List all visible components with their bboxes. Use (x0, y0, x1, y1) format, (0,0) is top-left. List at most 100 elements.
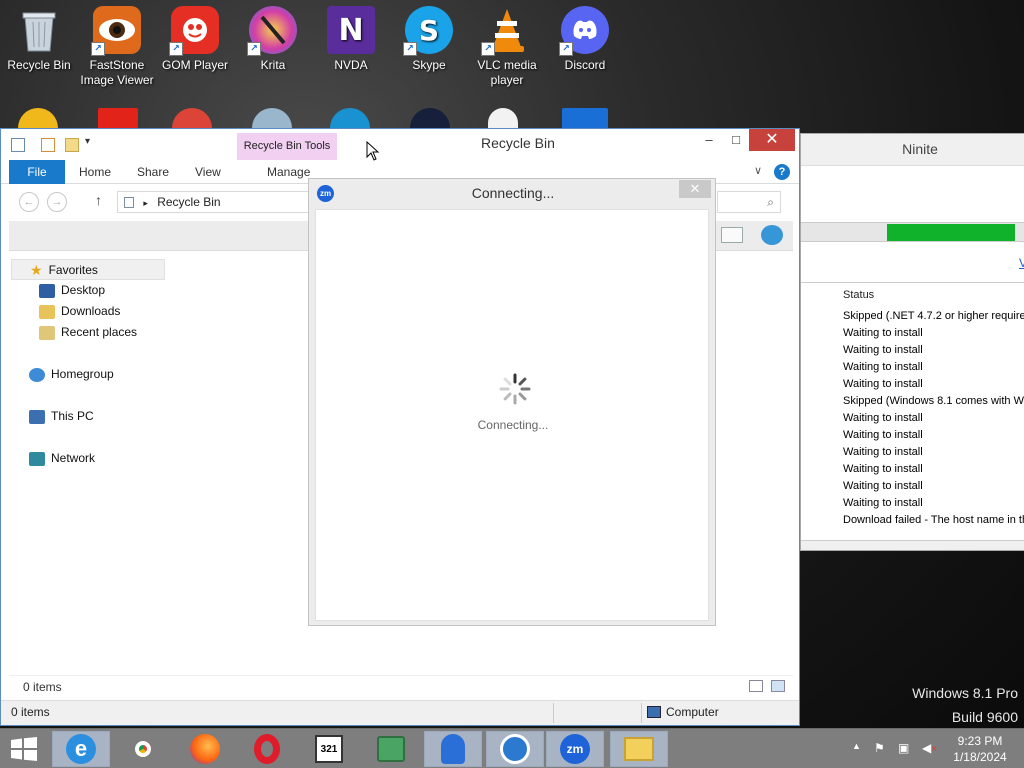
recycle-bin-tools-tab[interactable]: Recycle Bin Tools (237, 133, 337, 160)
forward-button[interactable]: → (47, 192, 67, 212)
preview-pane-icon[interactable] (721, 227, 743, 243)
gom-player-icon: ↗ (169, 6, 219, 56)
ninite-status-header: Status (843, 289, 875, 301)
desktop-icon-recycle-bin[interactable]: Recycle Bin (0, 0, 78, 73)
shell-icon[interactable] (761, 225, 783, 245)
ninite-status-row: Waiting to install (843, 497, 923, 509)
ninite-status-row: Waiting to install (843, 378, 923, 390)
ninite-status-row: Download failed - The host name in the (843, 514, 1024, 526)
quick-access-dropdown-icon[interactable]: ▾ (85, 136, 90, 147)
desktop-icon-nvda[interactable]: N NVDA (312, 0, 390, 73)
action-center-flag-icon[interactable]: ⚑ (874, 741, 885, 755)
mouse-cursor-icon (366, 141, 380, 161)
search-input[interactable]: ⌕ (717, 191, 781, 213)
dialog-close-button[interactable]: ✕ (679, 180, 711, 198)
network-share-icon (377, 736, 405, 762)
star-icon: ★ (30, 262, 43, 279)
nav-network[interactable]: Network (29, 448, 95, 469)
tab-view[interactable]: View (195, 160, 221, 184)
nav-favorites[interactable]: ★ Favorites (11, 259, 165, 280)
taskbar-zoom[interactable]: zm (546, 731, 604, 767)
new-folder-icon[interactable] (65, 138, 79, 152)
nav-downloads[interactable]: Downloads (39, 301, 120, 322)
breadcrumb-separator-icon: ▸ (143, 198, 148, 208)
ninite-link[interactable]: V (1019, 256, 1024, 270)
window-menu-icon[interactable] (11, 138, 25, 152)
computer-icon (29, 409, 45, 424)
nav-label: This PC (51, 409, 94, 423)
start-button[interactable] (10, 737, 38, 761)
taskbar-chrome[interactable] (114, 731, 172, 767)
vlc-cone-icon: ↗ (481, 6, 531, 56)
desktop-icon (39, 283, 55, 298)
tab-home[interactable]: Home (79, 160, 111, 184)
minimize-button[interactable]: ‒ (695, 129, 723, 151)
taskbar-opera[interactable] (238, 731, 296, 767)
nav-desktop[interactable]: Desktop (39, 280, 105, 301)
ninite-status-row: Skipped (.NET 4.7.2 or higher required) (843, 310, 1024, 322)
nav-homegroup[interactable]: Homegroup (29, 364, 114, 385)
status-divider (641, 703, 642, 723)
tab-share[interactable]: Share (137, 160, 169, 184)
ninite-status-row: Waiting to install (843, 480, 923, 492)
faststone-icon: ↗ (91, 6, 141, 56)
explorer-titlebar[interactable]: ▾ Recycle Bin Tools Recycle Bin ‒ □ ✕ (1, 129, 799, 160)
expand-ribbon-icon[interactable]: ∨ (754, 164, 762, 177)
taskbar-internet-explorer[interactable]: e (52, 731, 110, 767)
details-view-icon[interactable] (749, 680, 763, 692)
ninite-bottom-bar (801, 540, 1024, 550)
up-button[interactable]: ↑ (95, 192, 102, 208)
ninite-status-row: Waiting to install (843, 344, 923, 356)
large-icons-view-icon[interactable] (771, 680, 785, 692)
ninite-status-row: Skipped (Windows 8.1 comes with Windows … (843, 395, 1024, 407)
desktop-icon-faststone[interactable]: ↗ FastStone Image Viewer (78, 0, 156, 88)
tab-manage[interactable]: Manage (267, 160, 310, 184)
tab-file[interactable]: File (9, 160, 65, 184)
taskbar-shield-app[interactable] (486, 731, 544, 767)
desktop-icon-gom-player[interactable]: ↗ GOM Player (156, 0, 234, 73)
nav-label: Network (51, 451, 96, 465)
zoom-icon: zm (560, 734, 590, 764)
zoom-connecting-dialog[interactable]: zm Connecting... ✕ Connecting... (308, 178, 716, 626)
taskbar: e 321 zm ▲ ⚑ ▣ ◀× 9:23 PM 1/18/2024 (0, 728, 1024, 768)
ninite-window[interactable]: Ninite V Status Skipped (.NET 4.7.2 or h… (800, 133, 1024, 551)
properties-icon[interactable] (41, 138, 55, 152)
shield-icon (500, 734, 530, 764)
desktop-icon-skype[interactable]: S ↗ Skype (390, 0, 468, 73)
desktop-icon-vlc[interactable]: ↗ VLC media player (468, 0, 546, 88)
nav-label: Favorites (48, 263, 98, 277)
window-status-bar: 0 items Computer (1, 700, 799, 725)
search-icon[interactable]: ⌕ (767, 195, 774, 210)
nav-label: Homegroup (51, 367, 114, 381)
ninite-status-list: Skipped (.NET 4.7.2 or higher required) … (843, 308, 1024, 529)
shortcut-arrow-icon: ↗ (481, 42, 495, 56)
address-bar[interactable]: ▸ Recycle Bin (117, 191, 309, 213)
desktop-icon-discord[interactable]: ↗ Discord (546, 0, 624, 73)
volume-muted-icon[interactable]: ◀× (922, 741, 937, 755)
system-clock[interactable]: 9:23 PM 1/18/2024 (940, 733, 1020, 765)
help-icon[interactable]: ? (774, 164, 790, 180)
maximize-button[interactable]: □ (723, 129, 749, 151)
taskbar-file-explorer[interactable] (610, 731, 668, 767)
computer-icon (647, 706, 661, 718)
ninite-status-row: Waiting to install (843, 463, 923, 475)
show-hidden-icons-icon[interactable]: ▲ (852, 741, 861, 751)
shortcut-arrow-icon: ↗ (559, 42, 573, 56)
location-label: Computer (666, 705, 719, 719)
skype-icon: S ↗ (403, 6, 453, 56)
back-button[interactable]: ← (19, 192, 39, 212)
taskbar-calendar-321[interactable]: 321 (300, 731, 358, 767)
recycle-bin-small-icon (124, 197, 134, 209)
nav-recent-places[interactable]: Recent places (39, 322, 137, 343)
nav-this-pc[interactable]: This PC (29, 406, 94, 427)
taskbar-blue-app[interactable] (424, 731, 482, 767)
taskbar-network-share[interactable] (362, 731, 420, 767)
taskbar-firefox[interactable] (176, 731, 234, 767)
nav-label: Downloads (61, 304, 121, 318)
shortcut-arrow-icon: ↗ (91, 42, 105, 56)
desktop-icon-krita[interactable]: ↗ Krita (234, 0, 312, 73)
close-button[interactable]: ✕ (749, 129, 795, 151)
shortcut-arrow-icon: ↗ (403, 42, 417, 56)
desktop-icon-label: VLC media player (477, 58, 537, 87)
network-status-icon[interactable]: ▣ (898, 741, 909, 755)
